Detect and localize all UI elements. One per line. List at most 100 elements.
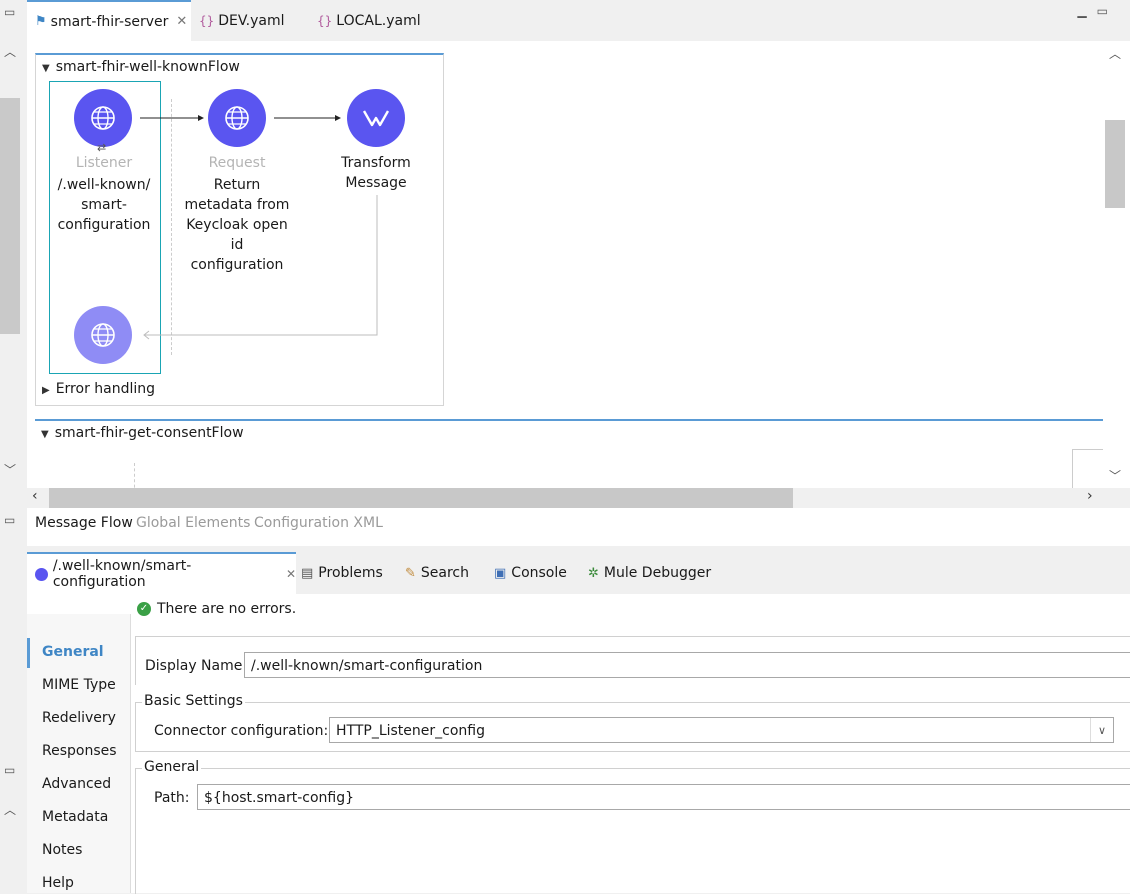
tab-label: DEV.yaml [218, 12, 285, 29]
active-marker [27, 638, 30, 668]
request-line: configuration [190, 257, 284, 273]
tab-dev-yaml[interactable]: {} DEV.yaml [199, 0, 285, 41]
tab-component-properties[interactable]: /.well-known/smart-configuration ✕ [27, 552, 296, 594]
flow-well-known[interactable]: ▼ smart-fhir-well-knownFlow ⇄ Listener /.… [35, 53, 444, 406]
sidenav-notes[interactable]: Notes [42, 842, 82, 858]
sidenav-advanced[interactable]: Advanced [42, 776, 111, 792]
sidenav-general[interactable]: General [42, 644, 104, 660]
tab-label: smart-fhir-server [50, 13, 169, 30]
tab-label: LOCAL.yaml [336, 12, 421, 29]
tab-label: Search [420, 565, 470, 581]
flow-canvas[interactable]: ▼ smart-fhir-well-knownFlow ⇄ Listener /.… [27, 41, 1103, 488]
basic-settings-group: Basic Settings Connector configuration: … [135, 693, 1130, 752]
path-label: Path: [154, 790, 190, 806]
search-icon: ✎ [405, 565, 416, 581]
scroll-right-icon[interactable]: › [1087, 488, 1093, 504]
scroll-down-icon[interactable]: ﹀ [4, 464, 16, 476]
scroll-down-icon[interactable]: ﹀ [1109, 467, 1121, 484]
tab-console[interactable]: ▣ Console [494, 552, 567, 594]
check-icon: ✓ [137, 602, 151, 616]
general-legend: General [142, 759, 202, 775]
mule-file-icon: ⚑ [35, 14, 47, 29]
tab-message-flow[interactable]: Message Flow [35, 515, 133, 531]
scroll-up-icon-2[interactable]: ︿ [4, 804, 16, 816]
basic-settings-legend: Basic Settings [142, 693, 245, 709]
error-handling[interactable]: ▶ Error handling [42, 381, 155, 397]
debugger-bug-icon: ✲ [588, 565, 599, 581]
flow-get-consent[interactable]: ▼ smart-fhir-get-consentFlow [35, 419, 1103, 488]
display-name-input[interactable]: /.well-known/smart-configuration [244, 652, 1130, 678]
restore-icon-2[interactable]: ▭ [4, 514, 15, 526]
yaml-file-icon: {} [199, 13, 215, 28]
scroll-up-icon[interactable]: ︿ [1109, 45, 1121, 62]
window-controls: ▁▭ [1077, 4, 1118, 18]
tab-problems[interactable]: ▤ Problems [301, 552, 383, 594]
tab-label: Console [511, 565, 567, 581]
properties-panel: General MIME Type Redelivery Responses A… [27, 594, 1130, 894]
listener-response-node[interactable] [74, 306, 132, 364]
expand-caret-icon[interactable]: ▶ [42, 385, 50, 396]
properties-sidenav: General MIME Type Redelivery Responses A… [27, 614, 131, 893]
general-group: General Path: ${host.smart-config} [135, 759, 1130, 894]
sidenav-help[interactable]: Help [42, 875, 74, 891]
listener-icon [35, 567, 48, 581]
source-separator [134, 463, 135, 488]
scroll-left-icon[interactable]: ‹ [32, 488, 38, 504]
tab-search[interactable]: ✎ Search [405, 552, 469, 594]
flow-title[interactable]: ▼ smart-fhir-get-consentFlow [41, 425, 244, 441]
scroll-up-icon[interactable]: ︿ [4, 46, 16, 58]
tab-global-elements[interactable]: Global Elements [136, 515, 250, 531]
connector-config-select[interactable]: HTTP_Listener_config ∨ [329, 717, 1114, 743]
restore-icon[interactable]: ▭ [4, 6, 15, 18]
canvas-horizontal-scrollbar[interactable]: ‹ › [27, 488, 1130, 508]
maximize-icon[interactable]: ▭ [1097, 4, 1118, 18]
canvas-view-tabs: Message Flow Global Elements Configurati… [27, 508, 1130, 546]
display-name-group: Display Name: /.well-known/smart-configu… [135, 636, 1130, 685]
chevron-down-icon[interactable]: ∨ [1090, 718, 1113, 742]
request-line: id [230, 237, 244, 253]
minimize-icon[interactable]: ▁ [1077, 4, 1096, 18]
status-line: ✓ There are no errors. [137, 601, 296, 617]
request-type-label: Request [208, 155, 266, 171]
canvas-vertical-scrollbar[interactable]: ︿ ﹀ [1103, 41, 1130, 488]
path-input[interactable]: ${host.smart-config} [197, 784, 1130, 810]
tab-configuration-xml[interactable]: Configuration XML [254, 515, 383, 531]
properties-tab-bar: /.well-known/smart-configuration ✕ ▤ Pro… [27, 552, 1130, 594]
dataweave-icon [362, 110, 390, 127]
globe-icon [91, 323, 115, 347]
restore-icon-3[interactable]: ▭ [4, 764, 15, 776]
collapse-caret-icon[interactable]: ▼ [41, 429, 49, 440]
status-text: There are no errors. [157, 601, 297, 617]
http-request-icon [225, 106, 249, 130]
close-icon[interactable]: ✕ [176, 14, 187, 29]
connector-config-value: HTTP_Listener_config [336, 723, 485, 739]
tab-label: Mule Debugger [603, 565, 712, 581]
gutter-scroll-thumb[interactable] [0, 98, 20, 334]
request-line: Keycloak open [186, 217, 288, 233]
request-line: metadata from [184, 197, 290, 213]
sidenav-mime-type[interactable]: MIME Type [42, 677, 116, 693]
problems-icon: ▤ [301, 565, 314, 581]
tab-label: /.well-known/smart-configuration [52, 558, 192, 590]
request-node[interactable] [208, 89, 266, 147]
horizontal-scroll-thumb[interactable] [49, 488, 793, 508]
tab-smart-fhir-server[interactable]: ⚑ smart-fhir-server ✕ [27, 0, 191, 41]
properties-content: ✓ There are no errors. Display Name: /.w… [135, 594, 1130, 894]
left-gutter: ▭ ︿ ﹀ ▭ ▭ ︿ [0, 0, 27, 893]
tab-label: Problems [318, 565, 383, 581]
connector-config-label: Connector configuration: [154, 723, 329, 739]
sidenav-responses[interactable]: Responses [42, 743, 117, 759]
flow-box-edge [1072, 449, 1103, 488]
vertical-scroll-thumb[interactable] [1105, 120, 1125, 208]
console-icon: ▣ [494, 565, 507, 581]
tab-mule-debugger[interactable]: ✲ Mule Debugger [588, 552, 711, 594]
transform-label-line2: Message [345, 175, 407, 191]
sidenav-redelivery[interactable]: Redelivery [42, 710, 116, 726]
close-icon[interactable]: ✕ [286, 567, 296, 581]
display-name-label: Display Name: [145, 658, 248, 674]
transform-node[interactable] [347, 89, 405, 147]
sidenav-metadata[interactable]: Metadata [42, 809, 108, 825]
tab-local-yaml[interactable]: {} LOCAL.yaml [317, 0, 421, 41]
editor-tab-bar: ⚑ smart-fhir-server ✕ {} DEV.yaml {} LOC… [27, 0, 1130, 41]
transform-label-line1: Transform [341, 155, 411, 171]
